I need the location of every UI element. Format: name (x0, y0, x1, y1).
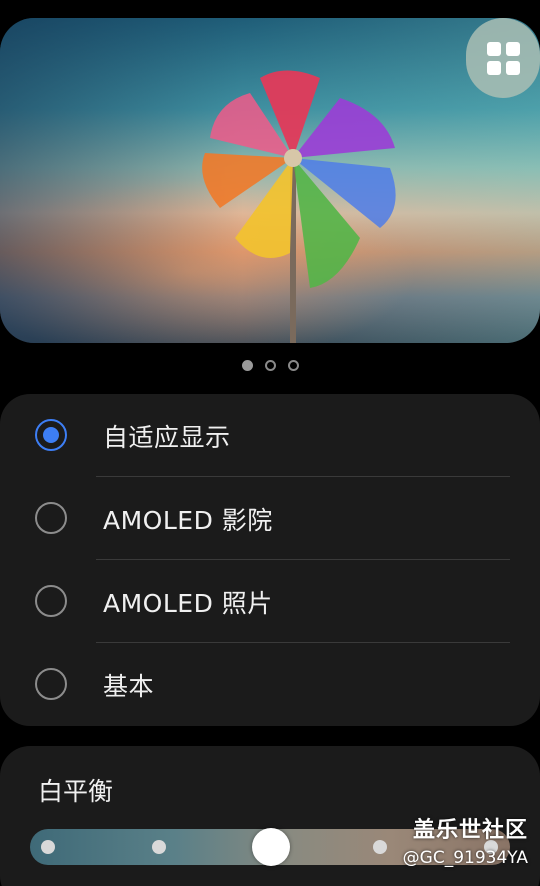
watermark-title: 盖乐世社区 (412, 818, 528, 843)
pinwheel-illustration (202, 70, 396, 343)
layout-grid-button[interactable] (466, 18, 540, 98)
grid-icon (486, 41, 520, 75)
radio-unselected[interactable] (35, 502, 67, 534)
option-label: AMOLED 照片 (103, 588, 273, 618)
option-label: 基本 (103, 671, 155, 701)
option-amoled-photo[interactable]: AMOLED 照片 (0, 560, 540, 643)
pager-dot[interactable] (264, 360, 276, 371)
slider-step[interactable] (41, 840, 55, 854)
preview-pager (0, 360, 540, 371)
radio-unselected[interactable] (35, 585, 67, 617)
option-label: AMOLED 影院 (103, 505, 273, 535)
slider-step[interactable] (152, 840, 166, 854)
pager-dot[interactable] (241, 360, 253, 371)
slider-step[interactable] (373, 840, 387, 854)
option-adaptive[interactable]: 自适应显示 (0, 394, 540, 477)
watermark-handle: @GC_91934YA (402, 848, 528, 868)
radio-unselected[interactable] (35, 668, 67, 700)
preview-image (0, 18, 540, 343)
radio-selected[interactable] (35, 419, 67, 451)
option-amoled-cinema[interactable]: AMOLED 影院 (0, 477, 540, 560)
option-label: 自适应显示 (103, 422, 231, 452)
pager-dot[interactable] (287, 360, 299, 371)
white-balance-title: 白平衡 (38, 777, 114, 806)
screen-mode-options: 自适应显示 AMOLED 影院 AMOLED 照片 基本 (0, 394, 540, 726)
watermark: 盖乐世社区 @GC_91934YA (403, 812, 528, 868)
option-basic[interactable]: 基本 (0, 643, 540, 726)
slider-thumb[interactable] (252, 828, 290, 866)
